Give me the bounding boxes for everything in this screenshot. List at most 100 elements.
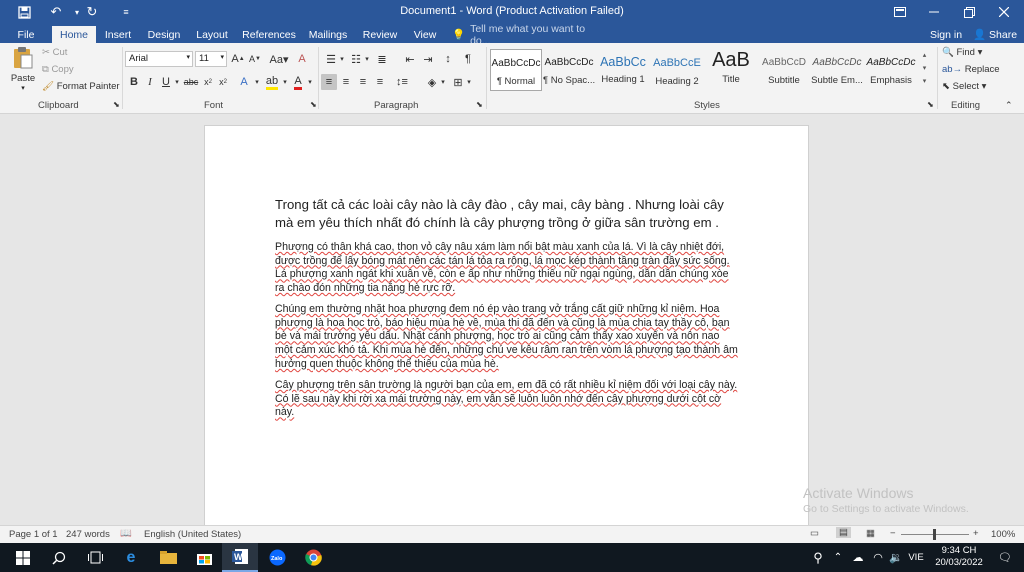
increase-indent-icon[interactable]: ⇥ bbox=[420, 51, 436, 67]
windows-start-icon[interactable] bbox=[5, 543, 41, 572]
tab-home[interactable]: Home bbox=[52, 26, 96, 43]
paste-button[interactable]: Paste ▾ bbox=[8, 46, 38, 96]
text-effects-icon[interactable]: A bbox=[236, 74, 252, 90]
restore-icon[interactable] bbox=[955, 0, 983, 24]
tell-me-box[interactable]: 💡 Tell me what you want to do... bbox=[452, 23, 602, 47]
store-icon[interactable] bbox=[186, 543, 222, 572]
subscript-icon[interactable]: x2 bbox=[200, 74, 216, 90]
font-name-box[interactable]: Arial ▾ bbox=[125, 51, 193, 67]
multilevel-list-icon[interactable]: ≣ bbox=[374, 51, 390, 67]
edge-browser-icon[interactable]: e bbox=[113, 543, 149, 572]
page-count[interactable]: Page 1 of 1 bbox=[9, 529, 58, 540]
superscript-icon[interactable]: x2 bbox=[215, 74, 231, 90]
align-right-icon[interactable]: ≡ bbox=[355, 74, 371, 90]
pilcrow-icon[interactable]: ¶ bbox=[460, 51, 476, 67]
style-heading-1[interactable]: AaBbCc Heading 1 bbox=[597, 49, 649, 91]
chevron-down-icon[interactable]: ▾ bbox=[172, 74, 182, 90]
zalo-icon[interactable]: Zalo bbox=[259, 543, 295, 572]
chevron-down-icon[interactable]: ▾ bbox=[464, 74, 474, 90]
style-no-spacing[interactable]: AaBbCcDc ¶ No Spac... bbox=[543, 49, 595, 91]
paragraph-3[interactable]: Chúng em thường nhặt hoa phượng đem nó é… bbox=[275, 303, 740, 372]
clear-formatting-icon[interactable]: A bbox=[294, 51, 310, 67]
clipboard-launcher-icon[interactable]: ⬊ bbox=[113, 100, 120, 109]
style-subtle-emphasis[interactable]: AaBbCcDc Subtle Em... bbox=[811, 49, 863, 91]
zoom-out-icon[interactable]: − bbox=[890, 528, 896, 539]
font-color-icon[interactable]: A bbox=[290, 74, 306, 90]
task-view-icon[interactable] bbox=[77, 543, 113, 572]
zoom-slider-thumb[interactable] bbox=[933, 529, 936, 540]
replace-button[interactable]: ab→ Replace bbox=[942, 64, 1000, 75]
proofing-icon[interactable]: 📖 bbox=[120, 528, 132, 539]
chevron-down-icon[interactable]: ▾ bbox=[337, 51, 347, 67]
word-taskbar-icon[interactable]: W bbox=[222, 543, 258, 572]
cut-button[interactable]: ✂ Cut bbox=[42, 47, 67, 58]
document-page[interactable]: Trong tất cả các loài cây nào là cây đào… bbox=[204, 125, 809, 525]
chevron-down-icon[interactable]: ▾ bbox=[280, 74, 290, 90]
align-left-icon[interactable]: ≡ bbox=[321, 74, 337, 90]
wifi-icon[interactable]: ◠ bbox=[868, 543, 888, 572]
file-explorer-icon[interactable] bbox=[150, 543, 186, 572]
chevron-down-icon[interactable]: ▾ bbox=[438, 74, 448, 90]
font-launcher-icon[interactable]: ⬊ bbox=[310, 100, 317, 109]
bold-icon[interactable]: B bbox=[126, 74, 142, 90]
chevron-down-icon[interactable]: ▾ bbox=[305, 74, 315, 90]
share-button[interactable]: 👤 Share bbox=[970, 26, 1020, 43]
web-layout-icon[interactable]: ▦ bbox=[866, 528, 875, 539]
tab-insert[interactable]: Insert bbox=[100, 26, 136, 43]
copy-button[interactable]: ⧉ Copy bbox=[42, 64, 74, 75]
style-heading-2[interactable]: AaBbCcE Heading 2 bbox=[651, 49, 703, 91]
search-icon[interactable] bbox=[41, 543, 77, 572]
align-center-icon[interactable]: ≡ bbox=[338, 74, 354, 90]
zoom-level[interactable]: 100% bbox=[991, 529, 1015, 540]
word-count[interactable]: 247 words bbox=[66, 529, 110, 540]
zoom-in-icon[interactable]: + bbox=[973, 528, 979, 539]
print-layout-icon[interactable]: ▤ bbox=[836, 527, 851, 538]
show-hidden-icons-icon[interactable]: ⌃ bbox=[828, 543, 848, 572]
style-subtitle[interactable]: AaBbCcD Subtitle bbox=[758, 49, 810, 91]
close-icon[interactable] bbox=[990, 0, 1018, 24]
chrome-icon[interactable] bbox=[295, 543, 331, 572]
system-clock[interactable]: 9:34 CH 20/03/2022 bbox=[930, 545, 988, 569]
cloud-icon[interactable]: ☁ bbox=[848, 543, 868, 572]
read-mode-icon[interactable]: ▭ bbox=[810, 528, 819, 539]
tab-review[interactable]: Review bbox=[359, 26, 401, 43]
minimize-icon[interactable] bbox=[920, 0, 948, 24]
chevron-down-icon[interactable]: ▾ bbox=[252, 74, 262, 90]
line-spacing-icon[interactable]: ↕≡ bbox=[394, 74, 410, 90]
notifications-icon[interactable]: 🗨 bbox=[990, 543, 1020, 572]
tab-references[interactable]: References bbox=[240, 26, 298, 43]
find-button[interactable]: 🔍 Find ▾ bbox=[942, 47, 982, 58]
style-title[interactable]: AaB Title bbox=[705, 49, 757, 91]
format-painter-button[interactable]: 🖌 Format Painter bbox=[42, 81, 120, 92]
italic-icon[interactable]: I bbox=[142, 74, 158, 90]
style-normal[interactable]: AaBbCcDc ¶ Normal bbox=[490, 49, 542, 91]
select-button[interactable]: ⬉ Select ▾ bbox=[942, 81, 986, 92]
tab-mailings[interactable]: Mailings bbox=[304, 26, 352, 43]
grow-font-icon[interactable]: A ▲ bbox=[230, 51, 246, 67]
sort-icon[interactable]: ↕ bbox=[440, 51, 456, 67]
shrink-font-icon[interactable]: A ▼ bbox=[247, 51, 263, 67]
style-emphasis[interactable]: AaBbCcDc Emphasis bbox=[865, 49, 917, 91]
volume-icon[interactable]: 🔉 bbox=[886, 543, 906, 572]
language-indicator[interactable]: English (United States) bbox=[144, 529, 241, 540]
strikethrough-icon[interactable]: abc bbox=[183, 74, 199, 90]
highlight-icon[interactable]: ab bbox=[264, 74, 280, 90]
sign-in-link[interactable]: Sign in bbox=[926, 26, 966, 43]
font-size-box[interactable]: 11 ▾ bbox=[195, 51, 227, 67]
ribbon-display-options-icon[interactable] bbox=[886, 0, 914, 24]
paragraph-launcher-icon[interactable]: ⬊ bbox=[476, 100, 483, 109]
tab-file[interactable]: File bbox=[8, 26, 44, 43]
styles-launcher-icon[interactable]: ⬊ bbox=[927, 100, 934, 109]
chevron-down-icon[interactable]: ▾ bbox=[362, 51, 372, 67]
justify-icon[interactable]: ≡ bbox=[372, 74, 388, 90]
decrease-indent-icon[interactable]: ⇤ bbox=[402, 51, 418, 67]
tab-view[interactable]: View bbox=[407, 26, 443, 43]
change-case-icon[interactable]: Aa▾ bbox=[268, 51, 290, 67]
styles-scroll[interactable]: ▴ ▾ ▾ bbox=[919, 49, 930, 91]
tab-design[interactable]: Design bbox=[143, 26, 185, 43]
paragraph-4[interactable]: Cây phượng trên sân trường là người bạn … bbox=[275, 379, 740, 420]
tab-layout[interactable]: Layout bbox=[192, 26, 232, 43]
collapse-ribbon-icon[interactable]: ⌃ bbox=[1005, 100, 1013, 111]
input-language[interactable]: VIE bbox=[904, 543, 928, 572]
paragraph-1[interactable]: Trong tất cả các loài cây nào là cây đào… bbox=[275, 196, 745, 232]
